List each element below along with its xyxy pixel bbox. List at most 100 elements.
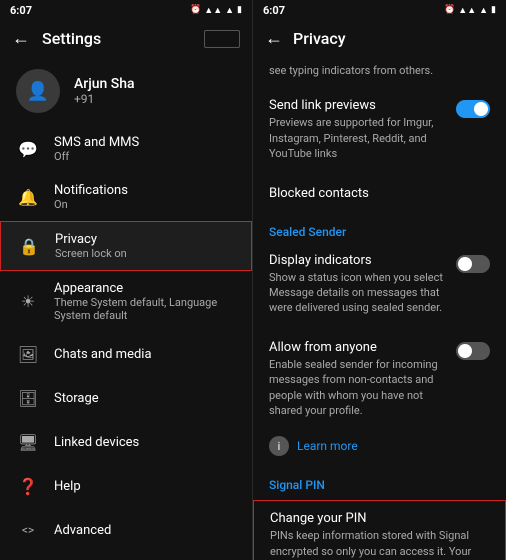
display-indicators-title: Display indicators	[269, 253, 448, 268]
chats-icon: 🖼	[16, 342, 40, 366]
pin-settings-group: Change your PIN PINs keep information st…	[253, 500, 506, 560]
linked-label: Linked devices	[54, 435, 139, 450]
settings-title: Settings	[42, 29, 101, 48]
display-indicators-item[interactable]: Display indicators Show a status icon wh…	[253, 243, 506, 326]
privacy-page-title: Privacy	[293, 29, 346, 48]
learn-more-icon: i	[269, 436, 289, 456]
profile-name: Arjun Sha	[74, 76, 135, 92]
change-pin-desc: PINs keep information stored with Signal…	[270, 528, 489, 560]
right-time: 6:07	[263, 4, 285, 17]
profile-phone: +91	[74, 92, 135, 106]
allow-from-anyone-toggle[interactable]	[456, 342, 490, 360]
menu-item-chats[interactable]: 🖼 Chats and media	[0, 332, 252, 376]
advanced-label: Advanced	[54, 523, 111, 538]
privacy-icon: 🔒	[17, 234, 41, 258]
left-time: 6:07	[10, 4, 32, 17]
left-panel: 6:07 ⏰ ▲▲ ▲ ▮ ← Settings 👤 Arjun Sha +91…	[0, 0, 253, 560]
storage-text: Storage	[54, 391, 99, 406]
menu-item-advanced[interactable]: <> Advanced	[0, 508, 252, 552]
display-indicators-toggle[interactable]	[456, 255, 490, 273]
right-back-button[interactable]: ←	[265, 28, 283, 49]
signal-bars-icon: ▲▲	[204, 5, 222, 16]
change-pin-title: Change your PIN	[270, 511, 489, 526]
notifications-sub: On	[54, 198, 128, 211]
menu-item-storage[interactable]: 🗄 Storage	[0, 376, 252, 420]
avatar: 👤	[16, 69, 60, 113]
signal-pin-header: Signal PIN	[253, 468, 506, 496]
profile-section[interactable]: 👤 Arjun Sha +91	[0, 57, 252, 125]
storage-icon: 🗄	[16, 386, 40, 410]
advanced-icon: <>	[16, 518, 40, 542]
change-pin-text: Change your PIN PINs keep information st…	[270, 511, 489, 560]
back-button[interactable]: ←	[12, 28, 30, 49]
send-link-previews-desc: Previews are supported for Imgur, Instag…	[269, 115, 448, 161]
right-status-icons: ⏰ ▲▲ ▲ ▮	[444, 5, 496, 16]
alarm-icon: ⏰	[190, 5, 201, 15]
send-link-previews-item[interactable]: Send link previews Previews are supporte…	[253, 88, 506, 171]
appearance-sub: Theme System default, Language System de…	[54, 296, 236, 322]
help-text: Help	[54, 479, 81, 494]
edit-button[interactable]	[204, 30, 240, 48]
display-indicators-text: Display indicators Show a status icon wh…	[269, 253, 448, 316]
help-icon: ❓	[16, 474, 40, 498]
privacy-sub: Screen lock on	[55, 247, 127, 260]
left-status-bar: 6:07 ⏰ ▲▲ ▲ ▮	[0, 0, 252, 20]
appearance-label: Appearance	[54, 281, 236, 296]
privacy-text: Privacy Screen lock on	[55, 232, 127, 260]
allow-from-anyone-title: Allow from anyone	[269, 340, 448, 355]
blocked-contacts-title: Blocked contacts	[269, 186, 490, 201]
send-link-previews-row: Send link previews Previews are supporte…	[269, 98, 490, 161]
menu-item-privacy[interactable]: 🔒 Privacy Screen lock on	[0, 221, 252, 271]
storage-label: Storage	[54, 391, 99, 406]
notifications-text: Notifications On	[54, 183, 128, 211]
allow-from-anyone-text: Allow from anyone Enable sealed sender f…	[269, 340, 448, 419]
sms-icon: 💬	[16, 137, 40, 161]
menu-item-sms[interactable]: 💬 SMS and MMS Off	[0, 125, 252, 173]
display-indicators-desc: Show a status icon when you select Messa…	[269, 270, 448, 316]
menu-item-linked[interactable]: 🖥 Linked devices	[0, 420, 252, 464]
allow-from-anyone-desc: Enable sealed sender for incoming messag…	[269, 357, 448, 419]
sms-sub: Off	[54, 150, 139, 163]
menu-item-help[interactable]: ❓ Help	[0, 464, 252, 508]
sms-text: SMS and MMS Off	[54, 135, 139, 163]
linked-icon: 🖥	[16, 430, 40, 454]
battery-icon: ▮	[237, 5, 242, 15]
right-status-bar: 6:07 ⏰ ▲▲ ▲ ▮	[253, 0, 506, 20]
notifications-label: Notifications	[54, 183, 128, 198]
allow-from-anyone-row: Allow from anyone Enable sealed sender f…	[269, 340, 490, 419]
display-indicators-row: Display indicators Show a status icon wh…	[269, 253, 490, 316]
top-description: see typing indicators from others.	[253, 57, 506, 88]
chats-text: Chats and media	[54, 347, 152, 362]
learn-more-row[interactable]: i Learn more	[253, 428, 506, 464]
advanced-text: Advanced	[54, 523, 111, 538]
send-link-previews-title: Send link previews	[269, 98, 448, 113]
send-link-previews-text: Send link previews Previews are supporte…	[269, 98, 448, 161]
appearance-text: Appearance Theme System default, Languag…	[54, 281, 236, 322]
notifications-icon: 🔔	[16, 185, 40, 209]
allow-from-anyone-item[interactable]: Allow from anyone Enable sealed sender f…	[253, 330, 506, 429]
right-battery-icon: ▮	[491, 5, 496, 15]
help-label: Help	[54, 479, 81, 494]
blocked-contacts-item[interactable]: Blocked contacts	[253, 176, 506, 211]
linked-text: Linked devices	[54, 435, 139, 450]
send-link-previews-toggle[interactable]	[456, 100, 490, 118]
sms-label: SMS and MMS	[54, 135, 139, 150]
wifi-icon: ▲	[225, 5, 234, 16]
learn-more-link[interactable]: Learn more	[297, 439, 358, 453]
chats-label: Chats and media	[54, 347, 152, 362]
avatar-icon: 👤	[27, 81, 49, 102]
privacy-label: Privacy	[55, 232, 127, 247]
menu-item-notifications[interactable]: 🔔 Notifications On	[0, 173, 252, 221]
menu-item-appearance[interactable]: ☀ Appearance Theme System default, Langu…	[0, 271, 252, 332]
right-panel: 6:07 ⏰ ▲▲ ▲ ▮ ← Privacy see typing indic…	[253, 0, 506, 560]
right-top-bar: ← Privacy	[253, 20, 506, 57]
change-pin-item[interactable]: Change your PIN PINs keep information st…	[254, 501, 505, 560]
right-wifi-icon: ▲	[479, 5, 488, 16]
sealed-sender-header: Sealed Sender	[253, 215, 506, 243]
right-signal-icon: ▲▲	[458, 5, 476, 16]
left-top-bar: ← Settings	[0, 20, 252, 57]
left-status-icons: ⏰ ▲▲ ▲ ▮	[190, 5, 242, 16]
appearance-icon: ☀	[16, 290, 40, 314]
right-alarm-icon: ⏰	[444, 5, 455, 15]
profile-info: Arjun Sha +91	[74, 76, 135, 106]
